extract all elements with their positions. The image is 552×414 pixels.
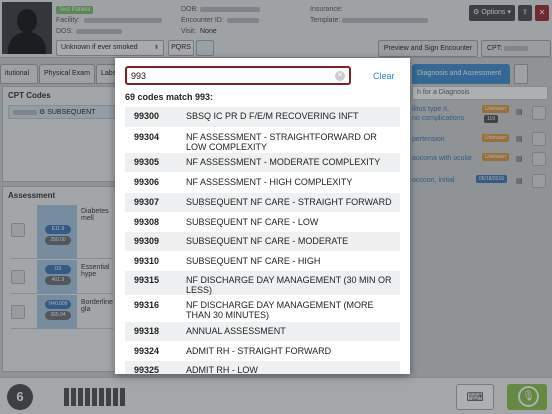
code-description: NF DISCHARGE DAY MANAGEMENT (30 MIN OR L… [186, 275, 392, 295]
code-row[interactable]: 99305 NF ASSESSMENT - MODERATE COMPLEXITY [125, 153, 400, 173]
code-row[interactable]: 99324 ADMIT RH - STRAIGHT FORWARD [125, 342, 400, 361]
code-value: 99308 [134, 217, 160, 227]
code-row[interactable]: 99306 NF ASSESSMENT - HIGH COMPLEXITY [125, 173, 400, 193]
search-clear-icon[interactable]: ✕ [335, 71, 345, 81]
code-description: ADMIT RH - LOW [186, 365, 258, 374]
code-list: 99300 SBSQ IC PR D F/E/M RECOVERING INFT … [125, 107, 400, 374]
code-row[interactable]: 99304 NF ASSESSMENT - STRAIGHTFORWARD OR … [125, 128, 400, 153]
code-row[interactable]: 99307 SUBSEQUENT NF CARE - STRAIGHT FORWA… [125, 193, 400, 213]
code-description: SUBSEQUENT NF CARE - HIGH [186, 256, 321, 266]
code-row[interactable]: 99315 NF DISCHARGE DAY MANAGEMENT (30 MIN… [125, 271, 400, 296]
clear-button[interactable]: Clear [373, 71, 395, 81]
code-description: SUBSEQUENT NF CARE - MODERATE [186, 236, 349, 246]
code-row[interactable]: 99300 SBSQ IC PR D F/E/M RECOVERING INFT [125, 107, 400, 128]
code-value: 99310 [134, 256, 160, 266]
code-value: 99306 [134, 177, 160, 187]
code-description: NF DISCHARGE DAY MANAGEMENT (MORE THAN 3… [186, 300, 374, 320]
code-description: SUBSEQUENT NF CARE - LOW [186, 217, 319, 227]
code-value: 99304 [134, 132, 160, 142]
code-value: 99325 [134, 365, 160, 374]
code-description: NF ASSESSMENT - MODERATE COMPLEXITY [186, 157, 381, 167]
cpt-search-modal: ✕ Clear 69 codes match 993: 99300 SBSQ IC… [115, 58, 410, 374]
code-value: 99300 [134, 111, 160, 121]
code-value: 99305 [134, 157, 160, 167]
code-value: 99324 [134, 346, 160, 356]
code-row[interactable]: 99318 ANNUAL ASSESSMENT [125, 322, 400, 342]
code-row[interactable]: 99308 SUBSEQUENT NF CARE - LOW [125, 213, 400, 232]
code-value: 99316 [134, 300, 160, 310]
code-description: ADMIT RH - STRAIGHT FORWARD [186, 346, 332, 356]
code-value: 99318 [134, 326, 160, 336]
code-search-input[interactable] [125, 66, 351, 85]
code-value: 99309 [134, 236, 160, 246]
code-row[interactable]: 99310 SUBSEQUENT NF CARE - HIGH [125, 252, 400, 271]
code-description: NF ASSESSMENT - STRAIGHTFORWARD OR LOW C… [186, 132, 377, 152]
code-row[interactable]: 99309 SUBSEQUENT NF CARE - MODERATE [125, 232, 400, 252]
code-description: SUBSEQUENT NF CARE - STRAIGHT FORWARD [186, 197, 392, 207]
match-count: 69 codes match 993: [125, 92, 214, 102]
code-value: 99307 [134, 197, 160, 207]
code-description: SBSQ IC PR D F/E/M RECOVERING INFT [186, 111, 359, 121]
code-description: ANNUAL ASSESSMENT [186, 326, 286, 336]
code-value: 99315 [134, 275, 160, 285]
code-row[interactable]: 99316 NF DISCHARGE DAY MANAGEMENT (MORE T… [125, 296, 400, 322]
code-row[interactable]: 99325 ADMIT RH - LOW [125, 361, 400, 374]
code-description: NF ASSESSMENT - HIGH COMPLEXITY [186, 177, 353, 187]
